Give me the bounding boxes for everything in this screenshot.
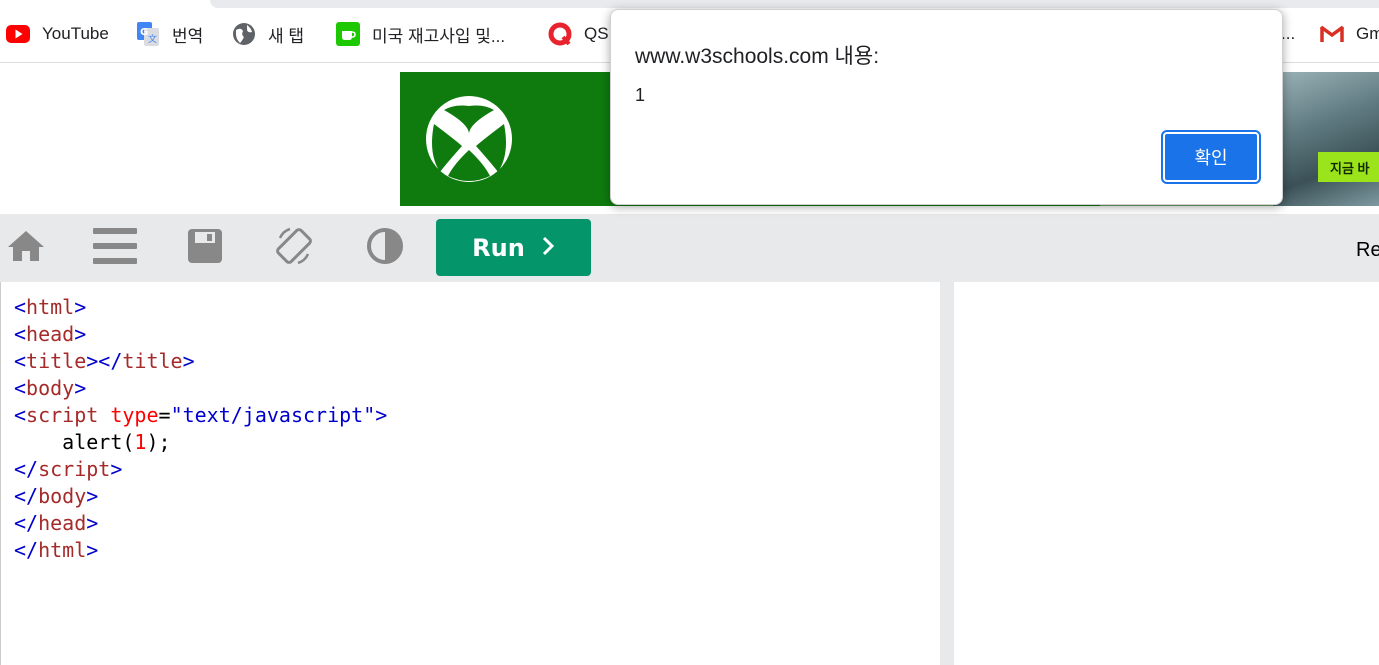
bookmark-label: Gm xyxy=(1356,24,1379,43)
xbox-logo-icon xyxy=(424,94,514,184)
coffee-cup-icon xyxy=(336,22,360,46)
code-line: </html> xyxy=(14,538,99,562)
bookmark-label: 미국 재고사입 및... xyxy=(372,26,506,46)
code-line: <head> xyxy=(14,322,87,346)
gmail-icon xyxy=(1320,22,1344,46)
tab-strip xyxy=(210,0,1379,8)
ad-image xyxy=(1273,72,1379,206)
bookmark-inventory[interactable]: 미국 재고사입 및... xyxy=(336,20,505,48)
contrast-icon xyxy=(366,227,404,270)
code-line: </body> xyxy=(14,484,99,508)
svg-text:G: G xyxy=(140,27,148,38)
editor-toolbar: Run Re xyxy=(0,214,1379,282)
svg-text:文: 文 xyxy=(148,33,157,45)
rotate-icon xyxy=(272,224,316,273)
result-size-label: Re xyxy=(1356,239,1379,261)
dialog-message: 1 xyxy=(635,85,646,105)
result-preview xyxy=(954,282,1379,665)
bookmark-label: 번역 xyxy=(172,26,204,46)
chevron-right-icon xyxy=(541,234,555,262)
alert-dialog: www.w3schools.com 내용: 1 확인 xyxy=(610,9,1283,205)
code-line: <html> xyxy=(14,295,87,319)
globe-icon xyxy=(232,22,256,46)
code-line: <script type="text/javascript"> xyxy=(14,403,388,427)
bookmark-label: QS xyxy=(584,24,609,43)
bookmark-truncated[interactable]: ... xyxy=(1281,20,1295,48)
dialog-title: www.w3schools.com 내용: xyxy=(635,45,880,68)
bookmark-qs[interactable]: QS xyxy=(548,20,609,48)
code-content[interactable]: <html> <head> <title></title> <body> <sc… xyxy=(14,294,387,564)
google-translate-icon: G文 xyxy=(136,22,160,46)
run-button[interactable]: Run xyxy=(436,219,591,276)
youtube-icon xyxy=(6,22,30,46)
menu-icon xyxy=(93,227,137,270)
code-editor[interactable]: <html> <head> <title></title> <body> <sc… xyxy=(0,282,940,665)
bookmark-label: 새 탭 xyxy=(268,26,305,46)
bookmark-gmail[interactable]: Gm xyxy=(1320,20,1379,48)
code-line: </script> xyxy=(14,457,123,481)
menu-button[interactable] xyxy=(93,227,137,270)
code-line: </head> xyxy=(14,511,99,535)
bookmark-new-tab[interactable]: 새 탭 xyxy=(232,20,304,48)
theme-toggle-button[interactable] xyxy=(363,227,407,270)
bookmark-translate[interactable]: G文 번역 xyxy=(136,20,203,48)
bookmark-label: ... xyxy=(1281,24,1296,43)
q-logo-icon xyxy=(548,22,572,46)
bookmark-label: YouTube xyxy=(42,24,109,43)
save-icon xyxy=(187,228,223,269)
home-button[interactable] xyxy=(4,228,48,268)
bookmark-youtube[interactable]: YouTube xyxy=(6,20,109,48)
rotate-button[interactable] xyxy=(272,227,316,268)
code-line: alert(1); xyxy=(62,430,171,454)
run-label: Run xyxy=(472,233,525,262)
code-line: <title></title> xyxy=(14,349,195,373)
ok-button[interactable]: 확인 xyxy=(1161,130,1261,184)
save-button[interactable] xyxy=(183,228,227,268)
ad-cta-button[interactable]: 지금 바 xyxy=(1318,152,1379,182)
code-line: <body> xyxy=(14,376,87,400)
home-icon xyxy=(7,229,45,268)
pane-resize-handle[interactable] xyxy=(940,282,954,665)
